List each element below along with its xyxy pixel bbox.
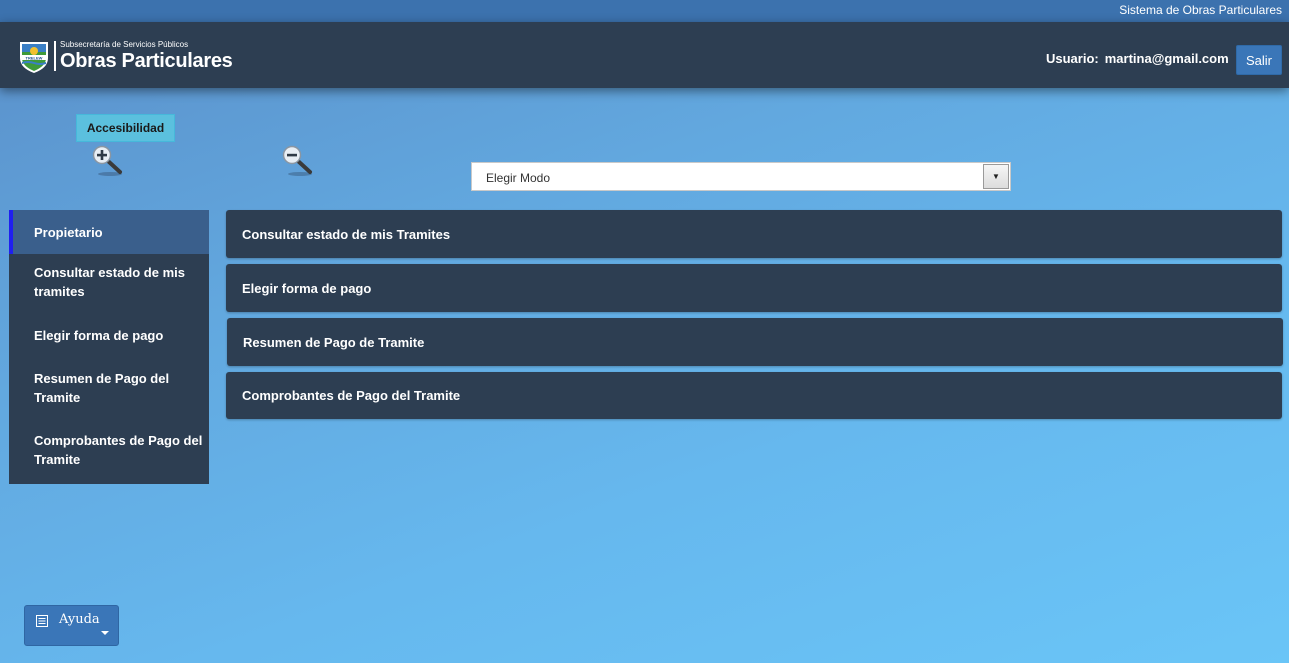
logo[interactable]: TRELEW Subsecretaría de Servicios Públic…	[18, 38, 233, 74]
sidebar-item-elegir-forma-pago[interactable]: Elegir forma de pago	[9, 326, 209, 345]
user-info: Usuario: martina@gmail.com	[1046, 51, 1229, 66]
caret-down-icon	[101, 631, 109, 635]
help-button[interactable]: Ayuda	[24, 605, 119, 646]
card-elegir-forma-pago[interactable]: Elegir forma de pago	[226, 264, 1282, 312]
logo-subtitle: Subsecretaría de Servicios Públicos	[60, 40, 189, 49]
logo-title: Obras Particulares	[60, 50, 233, 72]
logout-button[interactable]: Salir	[1236, 45, 1282, 75]
sidebar-item-consultar-estado[interactable]: Consultar estado de mis tramites	[9, 263, 209, 301]
city-emblem-icon: TRELEW	[20, 42, 48, 73]
card-resumen-pago[interactable]: Resumen de Pago de Tramite	[227, 318, 1283, 366]
sidebar-header-propietario[interactable]: Propietario	[9, 210, 209, 254]
user-label: Usuario:	[1046, 51, 1099, 66]
mode-select[interactable]: Elegir Modo ▼	[471, 162, 1011, 191]
sidebar-item-resumen-pago[interactable]: Resumen de Pago del Tramite	[9, 369, 209, 407]
logo-text: Subsecretaría de Servicios Públicos Obra…	[60, 40, 233, 72]
top-bar: Sistema de Obras Particulares	[0, 0, 1289, 22]
chevron-down-icon[interactable]: ▼	[983, 164, 1009, 189]
zoom-in-icon[interactable]	[91, 144, 125, 178]
emblem-text: TRELEW	[26, 55, 43, 60]
sidebar: Propietario Consultar estado de mis tram…	[9, 210, 209, 484]
user-email: martina@gmail.com	[1104, 51, 1229, 66]
card-comprobantes-pago[interactable]: Comprobantes de Pago del Tramite	[226, 372, 1282, 419]
zoom-out-icon[interactable]	[281, 144, 315, 178]
card-consultar-estado[interactable]: Consultar estado de mis Tramites	[226, 210, 1282, 258]
system-title: Sistema de Obras Particulares	[1119, 3, 1282, 17]
help-label: Ayuda	[59, 612, 100, 627]
sidebar-item-comprobantes-pago[interactable]: Comprobantes de Pago del Tramite	[9, 431, 209, 469]
list-icon	[36, 615, 48, 627]
logo-divider	[54, 41, 56, 71]
app-header: TRELEW Subsecretaría de Servicios Públic…	[0, 22, 1289, 88]
accessibility-button[interactable]: Accesibilidad	[76, 114, 175, 142]
mode-select-value: Elegir Modo	[486, 171, 551, 185]
